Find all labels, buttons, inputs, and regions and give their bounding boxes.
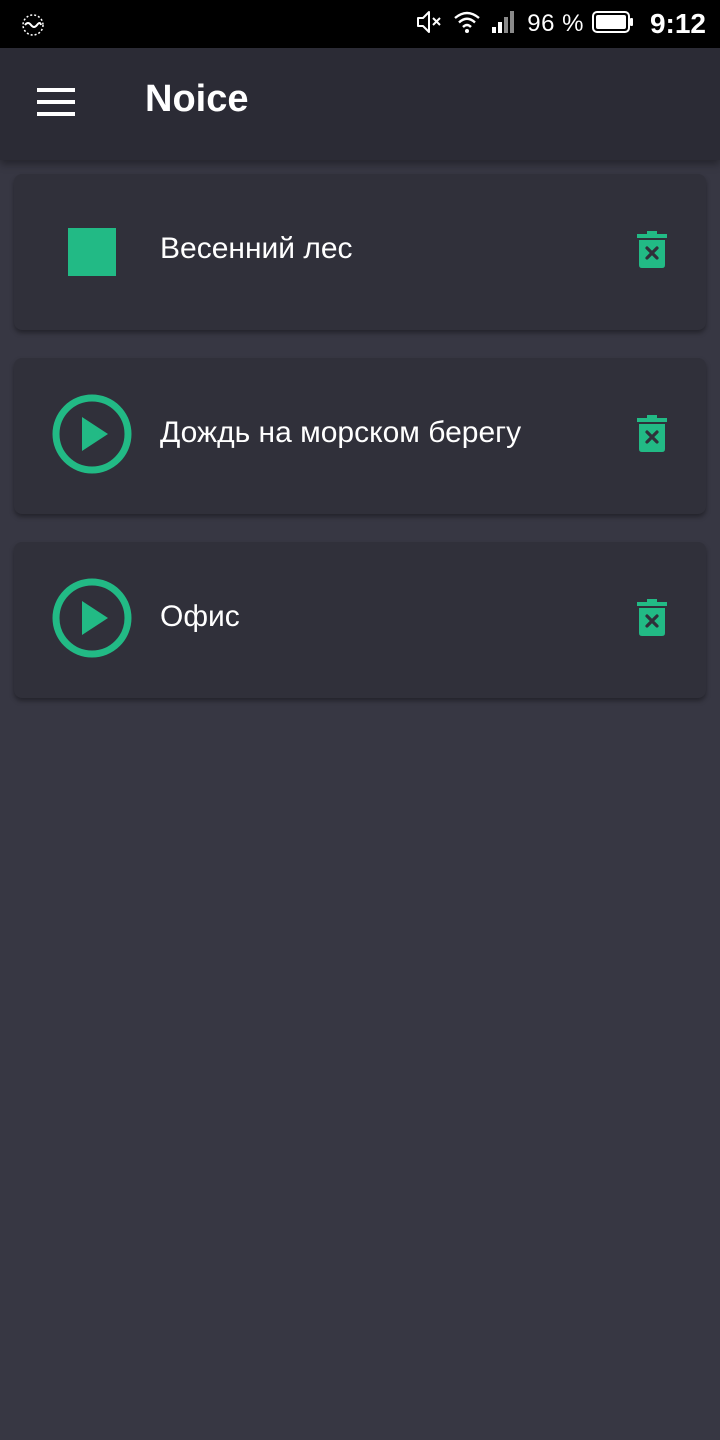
mute-icon — [415, 8, 443, 41]
delete-button[interactable] — [628, 410, 676, 462]
page-title: Noice — [145, 78, 249, 120]
clock: 9:12 — [649, 8, 706, 39]
preset-list: Весенний лес Дождь на морском берегу Офи… — [14, 174, 706, 726]
preset-card: Офис — [14, 542, 706, 698]
preset-card: Весенний лес — [14, 174, 706, 330]
battery-icon — [591, 10, 634, 38]
stop-icon — [68, 228, 116, 276]
delete-button[interactable] — [628, 594, 676, 646]
play-icon — [50, 392, 134, 481]
play-button[interactable] — [50, 578, 134, 662]
battery-percent: 96 % — [527, 10, 584, 37]
status-icons: 96 % 9:12 — [415, 0, 706, 48]
delete-icon — [637, 598, 667, 642]
wifi-icon — [453, 10, 481, 39]
preset-name: Дождь на морском берегу — [160, 416, 522, 449]
stop-button[interactable] — [50, 210, 134, 294]
hamburger-menu-icon — [37, 87, 75, 121]
play-button[interactable] — [50, 394, 134, 478]
preset-card: Дождь на морском берегу — [14, 358, 706, 514]
preset-name: Весенний лес — [160, 232, 353, 265]
menu-button[interactable] — [26, 74, 86, 134]
delete-icon — [637, 414, 667, 458]
preset-name: Офис — [160, 600, 240, 633]
app-bar: Noice — [0, 48, 720, 160]
status-bar: 96 % 9:12 — [0, 0, 720, 48]
play-icon — [50, 576, 134, 665]
delete-icon — [637, 230, 667, 274]
signal-icon — [491, 10, 517, 39]
delete-button[interactable] — [628, 226, 676, 278]
app-notification-icon — [20, 12, 46, 38]
